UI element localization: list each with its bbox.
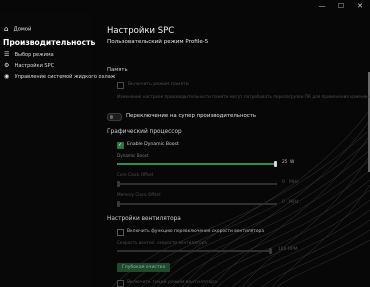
home-link[interactable]: ⌂ Домой — [4, 24, 31, 34]
sidebar-title: Производительность — [3, 38, 96, 47]
fan-override-checkbox[interactable] — [117, 229, 124, 236]
fan-speed-unit: RPM — [288, 247, 298, 252]
fan-speed-value: 100 — [278, 247, 287, 252]
page-title: Настройки SPC — [107, 26, 175, 36]
scrollbar[interactable] — [368, 72, 370, 172]
fan-heading: Настройки вентилятора — [107, 216, 181, 222]
dynamic-boost-check-label: Enable Dynamic Boost — [127, 142, 179, 147]
gear-icon: ⚙ — [4, 62, 10, 69]
memory-clock-thumb[interactable] — [117, 200, 120, 207]
deep-clean-button[interactable]: Глубокая очистка — [117, 263, 171, 272]
dynamic-boost-unit: W — [290, 160, 295, 165]
super-performance-toggle[interactable] — [107, 113, 122, 121]
super-performance-label: Переключение на супер производительность — [126, 113, 257, 119]
gpu-heading: Графический процессор — [107, 129, 182, 135]
sidebar-item-label: Настройки SPC — [14, 63, 55, 69]
minimize-button[interactable]: — — [315, 0, 329, 12]
memory-clock-value: 0 — [282, 200, 285, 205]
memory-clock-unit: MHz — [289, 200, 299, 205]
fan-silent-label: Включить тихий режим вентилятора — [127, 280, 217, 285]
dynamic-boost-value: 25 — [282, 160, 288, 165]
liquid-cooling-icon: ◉ — [4, 73, 10, 80]
core-clock-value: 0 — [282, 180, 285, 185]
home-icon: ⌂ — [4, 25, 9, 33]
memory-clock-slider[interactable] — [117, 200, 277, 207]
dynamic-boost-checkbox[interactable] — [117, 142, 124, 149]
core-clock-slider[interactable] — [117, 180, 277, 187]
sidebar-item-label: Выбор режима — [14, 52, 54, 58]
close-button[interactable]: ✕ — [353, 0, 367, 12]
list-icon: ☰ — [4, 51, 10, 58]
fan-speed-label: Скорость вентил. скорости вентилятора — [117, 240, 207, 245]
memory-note: Изменение настроек производительности па… — [117, 94, 370, 99]
dynamic-boost-label: Dynamic Boost — [117, 153, 149, 158]
sidebar-item-mode[interactable]: ☰ Выбор режима — [4, 50, 54, 59]
memory-clock-label: Memory Clock Offset — [117, 192, 161, 197]
main-panel: Настройки SPC Пользовательский режим Pro… — [92, 12, 370, 287]
fan-silent-checkbox[interactable] — [117, 280, 124, 287]
core-clock-label: Core Clock Offset — [117, 172, 154, 177]
app-window: — ☐ ✕ ⌂ Домой Производительность ☰ Выбор… — [0, 0, 370, 287]
home-label: Домой — [13, 26, 32, 33]
dynamic-boost-fill — [117, 163, 274, 165]
core-clock-thumb[interactable] — [117, 180, 120, 187]
memory-heading: Память — [107, 67, 128, 73]
page-subtitle: Пользовательский режим Profile-5 — [107, 39, 209, 45]
dynamic-boost-thumb[interactable] — [274, 160, 277, 167]
memory-mode-checkbox[interactable] — [117, 82, 124, 89]
core-clock-unit: MHz — [289, 180, 299, 185]
maximize-button[interactable]: ☐ — [334, 0, 348, 12]
fan-speed-slider[interactable] — [117, 247, 272, 254]
fan-override-label: Включить функцию перевключения скорости … — [127, 229, 265, 234]
sidebar: ⌂ Домой Производительность ☰ Выбор режим… — [0, 12, 115, 287]
fan-speed-thumb[interactable] — [269, 247, 272, 254]
memory-mode-label: Включить режим памяти — [128, 82, 189, 87]
dynamic-boost-slider[interactable] — [117, 160, 277, 167]
sidebar-item-spc-settings[interactable]: ⚙ Настройки SPC — [4, 61, 54, 70]
